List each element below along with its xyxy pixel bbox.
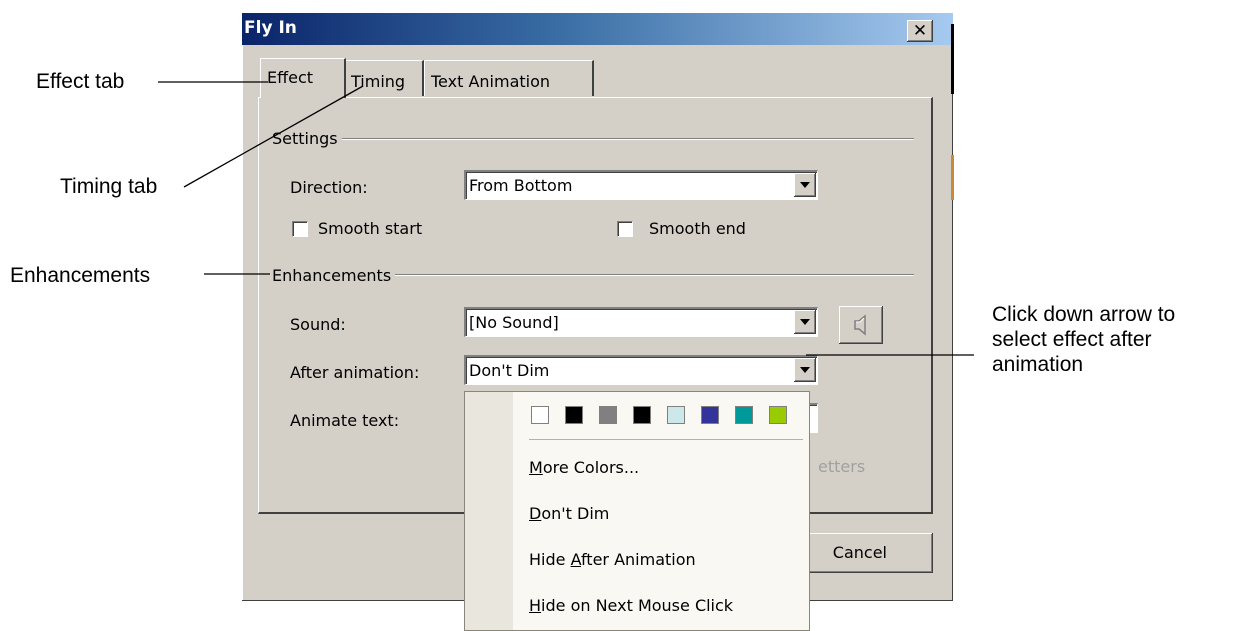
menu-item-accelerator: M xyxy=(529,458,543,477)
animate-text-label: Animate text: xyxy=(290,411,400,430)
smooth-end-checkbox[interactable] xyxy=(617,221,633,237)
tab-text-animation-label: Text Animation xyxy=(431,72,551,91)
color-swatch[interactable] xyxy=(769,406,787,424)
chevron-down-icon xyxy=(800,182,810,188)
enhancements-group-label: Enhancements xyxy=(272,266,396,285)
color-swatch[interactable] xyxy=(667,406,685,424)
direction-select[interactable]: From Bottom xyxy=(464,170,818,200)
tab-effect[interactable]: Effect xyxy=(260,58,346,98)
menu-item-text: Hide xyxy=(529,550,571,569)
annotation-effect-tab: Effect tab xyxy=(36,70,125,93)
sound-preview-button[interactable] xyxy=(839,306,883,344)
menu-item-text: ore Colors... xyxy=(542,458,640,477)
after-animation-select[interactable]: Don't Dim xyxy=(464,355,818,385)
menu-item-text: fter Animation xyxy=(580,550,696,569)
dialog-title: Fly In xyxy=(244,18,297,38)
sound-label: Sound: xyxy=(290,315,346,334)
sound-select[interactable]: [No Sound] xyxy=(464,307,818,337)
menu-item-hide-on-next-click[interactable]: Hide on Next Mouse Click xyxy=(529,596,733,615)
menu-item-accelerator: D xyxy=(529,504,542,523)
settings-group-label: Settings xyxy=(272,129,342,148)
color-swatch[interactable] xyxy=(531,406,549,424)
close-icon: ✕ xyxy=(912,21,928,41)
chevron-down-icon xyxy=(800,319,810,325)
direction-label: Direction: xyxy=(290,178,368,197)
annotation-down-arrow-2: select effect after xyxy=(992,328,1152,351)
settings-group-line xyxy=(272,138,914,140)
smooth-end-label: Smooth end xyxy=(649,219,746,238)
letters-delay-label: etters xyxy=(818,457,866,476)
tab-timing[interactable]: Timing xyxy=(344,60,424,96)
menu-item-accelerator: A xyxy=(570,550,581,569)
speaker-icon xyxy=(854,314,866,336)
after-animation-label: After animation: xyxy=(290,363,420,382)
tab-timing-label: Timing xyxy=(351,72,406,91)
color-swatch[interactable] xyxy=(735,406,753,424)
sound-value: [No Sound] xyxy=(469,313,559,332)
direction-value: From Bottom xyxy=(469,176,573,195)
annotation-timing-tab: Timing tab xyxy=(60,175,158,198)
annotation-enhancements: Enhancements xyxy=(10,264,151,287)
menu-gutter xyxy=(465,392,513,630)
after-animation-dropdown: More Colors... Don't Dim Hide After Anim… xyxy=(464,391,810,631)
smooth-start-checkbox[interactable] xyxy=(292,221,308,237)
window-edge-accent xyxy=(951,155,954,200)
annotation-down-arrow-1: Click down arrow to xyxy=(992,303,1176,326)
title-bar: Fly In ✕ xyxy=(242,13,953,45)
tab-effect-label: Effect xyxy=(267,68,314,87)
color-swatch[interactable] xyxy=(701,406,719,424)
color-swatch[interactable] xyxy=(633,406,651,424)
menu-separator xyxy=(529,439,803,440)
chevron-down-icon xyxy=(800,367,810,373)
direction-dropdown-button[interactable] xyxy=(794,173,816,197)
window-edge xyxy=(951,24,954,94)
smooth-start-label: Smooth start xyxy=(318,219,423,238)
close-button[interactable]: ✕ xyxy=(907,20,933,42)
sound-dropdown-button[interactable] xyxy=(794,310,816,334)
after-animation-dropdown-button[interactable] xyxy=(794,358,816,382)
menu-item-text: ide on Next Mouse Click xyxy=(541,596,734,615)
cancel-label: Cancel xyxy=(832,543,887,562)
color-swatch[interactable] xyxy=(599,406,617,424)
after-animation-value: Don't Dim xyxy=(469,361,550,380)
menu-item-text: on't Dim xyxy=(541,504,610,523)
menu-item-hide-after-animation[interactable]: Hide After Animation xyxy=(529,550,696,569)
menu-item-more-colors[interactable]: More Colors... xyxy=(529,458,639,477)
annotation-down-arrow-3: animation xyxy=(992,353,1084,376)
menu-item-accelerator: H xyxy=(529,596,542,615)
color-swatch[interactable] xyxy=(565,406,583,424)
menu-item-dont-dim[interactable]: Don't Dim xyxy=(529,504,609,523)
tab-text-animation[interactable]: Text Animation xyxy=(424,60,594,96)
